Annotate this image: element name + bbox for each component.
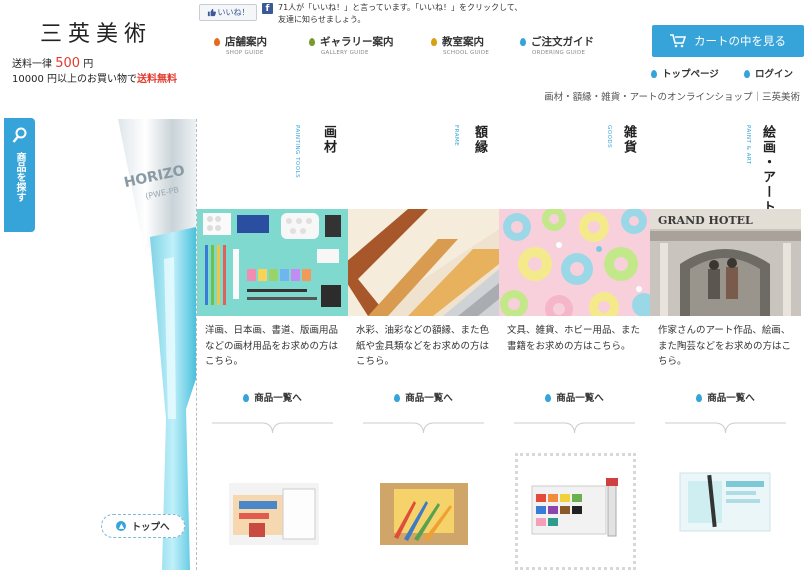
curve-divider bbox=[212, 422, 333, 434]
fb-like-label: いいね！ bbox=[217, 8, 250, 17]
product-search-tab[interactable]: 商品を探す bbox=[4, 118, 35, 232]
shipping-price: 500 bbox=[55, 56, 81, 71]
view-cart-button[interactable]: カートの中を見る bbox=[652, 25, 804, 57]
drop-icon bbox=[309, 38, 315, 46]
svg-text:GRAND HOTEL: GRAND HOTEL bbox=[658, 214, 753, 227]
cart-icon bbox=[670, 34, 686, 48]
drop-icon bbox=[651, 70, 657, 78]
shipping-line2-pre: 10000 円以上のお買い物で bbox=[12, 74, 137, 85]
category-title: 額縁 bbox=[472, 125, 487, 155]
view-cart-label: カートの中を見る bbox=[694, 34, 786, 48]
product-list-link[interactable]: 商品一覧へ bbox=[650, 390, 801, 404]
category-subtitle: FRAME bbox=[453, 125, 459, 147]
drop-icon bbox=[214, 38, 220, 46]
site-logo[interactable]: 三英美術 bbox=[40, 16, 152, 48]
product-list-label: 商品一覧へ bbox=[556, 393, 604, 404]
featured-product-image[interactable] bbox=[515, 453, 636, 570]
nav-school-guide[interactable]: 教室案内 SCHOOL GUIDE bbox=[431, 34, 489, 56]
shipping-free: 送料無料 bbox=[137, 74, 177, 85]
category-description: 水彩、油彩などの額縁、また色紙や金具類などをお求めの方はこちら。 bbox=[356, 325, 490, 367]
category-title: 画材 bbox=[321, 125, 336, 155]
nav-ordering-guide-sub: ORDERING GUIDE bbox=[532, 50, 586, 56]
hero-paint-tube-image: HORIZO (PWE-PB bbox=[104, 119, 196, 570]
category-goods[interactable]: 雑貨 GOODS 文具、雑貨、ホビー用品、また書籍をお求めの方はこちら。 商品一… bbox=[499, 119, 650, 570]
drop-icon bbox=[431, 38, 437, 46]
featured-product-image[interactable] bbox=[666, 453, 787, 570]
nav-ordering-guide[interactable]: ご注文ガイド ORDERING GUIDE bbox=[520, 34, 594, 56]
thumbs-up-icon bbox=[207, 8, 216, 17]
product-list-label: 商品一覧へ bbox=[254, 393, 302, 404]
fb-like-button[interactable]: いいね！ bbox=[199, 4, 257, 21]
category-title: 絵画・アート bbox=[760, 125, 775, 215]
drop-icon bbox=[545, 394, 552, 402]
product-list-link[interactable]: 商品一覧へ bbox=[499, 390, 650, 404]
drop-icon bbox=[744, 70, 750, 78]
art-image: GRAND HOTEL bbox=[650, 209, 801, 316]
shipping-free-note: 10000 円以上のお買い物で送料無料 bbox=[12, 70, 177, 85]
login-label: ログイン bbox=[755, 69, 794, 80]
nav-shop-guide-label: 店舗案内 bbox=[225, 36, 267, 48]
frame-image bbox=[348, 209, 499, 316]
nav-school-guide-sub: SCHOOL GUIDE bbox=[443, 50, 490, 56]
category-painting-tools[interactable]: 画材 PAINTING TOOLS 洋画、日本画、書道、版画用品などの画材用品を… bbox=[197, 119, 348, 570]
category-paint-art[interactable]: 絵画・アート PAINT & ART GRAND HOTEL 作家さんのアート作… bbox=[650, 119, 801, 570]
drop-icon bbox=[520, 38, 526, 46]
nav-gallery-guide-sub: GALLERY GUIDE bbox=[321, 50, 369, 56]
nav-shop-guide-sub: SHOP GUIDE bbox=[226, 50, 264, 56]
curve-divider bbox=[514, 422, 635, 434]
painting-tools-image bbox=[197, 209, 348, 316]
category-description: 洋画、日本画、書道、版画用品などの画材用品をお求めの方はこちら。 bbox=[205, 325, 339, 367]
site-tagline: 画材・額縁・雑貨・アートのオンラインショップ｜三英美術 bbox=[544, 92, 800, 103]
top-page-label: トップページ bbox=[662, 69, 719, 80]
drop-icon bbox=[394, 394, 401, 402]
nav-shop-guide[interactable]: 店舗案内 SHOP GUIDE bbox=[214, 34, 267, 56]
facebook-icon: f bbox=[262, 3, 273, 14]
goods-image bbox=[499, 209, 650, 316]
product-list-label: 商品一覧へ bbox=[707, 393, 755, 404]
login-link[interactable]: ログイン bbox=[744, 66, 793, 80]
shipping-line1-pre: 送料一律 bbox=[12, 59, 56, 70]
featured-product-image[interactable] bbox=[213, 453, 334, 570]
nav-school-guide-label: 教室案内 bbox=[442, 36, 484, 48]
curve-divider bbox=[363, 422, 484, 434]
category-subtitle: GOODS bbox=[606, 125, 612, 149]
top-page-link[interactable]: トップページ bbox=[651, 66, 719, 80]
back-to-top-label: トップへ bbox=[131, 522, 170, 533]
shipping-line1-post: 円 bbox=[80, 59, 94, 70]
shipping-flat-rate: 送料一律 500 円 bbox=[12, 55, 93, 71]
drop-icon bbox=[696, 394, 703, 402]
arrow-up-icon: ▲ bbox=[116, 521, 127, 531]
category-description: 作家さんのアート作品、絵画、また陶芸などをお求めの方はこちら。 bbox=[658, 325, 792, 367]
product-list-link[interactable]: 商品一覧へ bbox=[197, 390, 348, 404]
back-to-top-button[interactable]: ▲ トップへ bbox=[101, 514, 185, 538]
category-frame[interactable]: 額縁 FRAME 水彩、油彩などの額縁、また色紙や金具類などをお求めの方はこちら… bbox=[348, 119, 499, 570]
nav-ordering-guide-label: ご注文ガイド bbox=[531, 36, 594, 48]
category-subtitle: PAINT & ART bbox=[745, 125, 751, 165]
nav-gallery-guide[interactable]: ギャラリー案内 GALLERY GUIDE bbox=[309, 34, 394, 56]
category-title: 雑貨 bbox=[621, 125, 636, 155]
search-tab-label: 商品を探す bbox=[14, 152, 25, 202]
fb-like-count-text-2: 友達に知らせましょう。 bbox=[278, 15, 366, 24]
curve-divider bbox=[665, 422, 786, 434]
drop-icon bbox=[243, 394, 250, 402]
nav-gallery-guide-label: ギャラリー案内 bbox=[320, 36, 394, 48]
product-list-link[interactable]: 商品一覧へ bbox=[348, 390, 499, 404]
category-description: 文具、雑貨、ホビー用品、また書籍をお求めの方はこちら。 bbox=[507, 325, 641, 352]
fb-like-count-text: 71人が「いいね！」と言っています。「いいね！」をクリックして、 bbox=[278, 3, 523, 12]
featured-product-image[interactable] bbox=[364, 453, 485, 570]
category-subtitle: PAINTING TOOLS bbox=[294, 125, 300, 179]
search-icon bbox=[12, 127, 27, 143]
product-list-label: 商品一覧へ bbox=[405, 393, 453, 404]
